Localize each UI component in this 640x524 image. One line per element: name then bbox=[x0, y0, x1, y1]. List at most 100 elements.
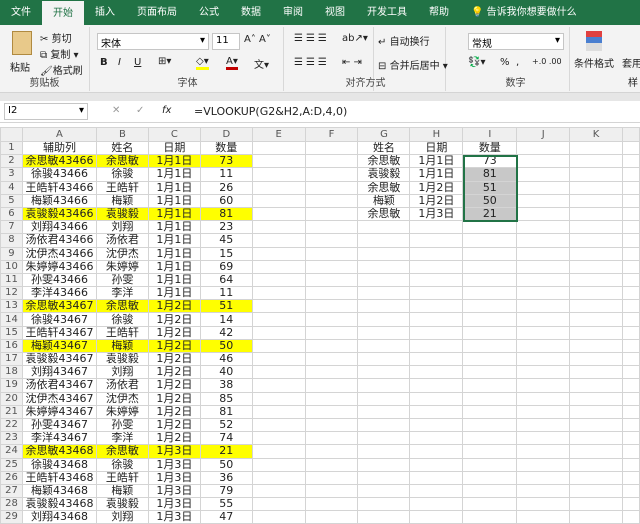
cell-I23[interactable] bbox=[462, 431, 518, 446]
cell-J14[interactable] bbox=[516, 312, 571, 327]
font-name-select[interactable]: 宋体 ▾ bbox=[97, 33, 209, 50]
cell-C4[interactable]: 1月1日 bbox=[147, 180, 201, 195]
cell-I5[interactable]: 50 bbox=[462, 193, 518, 208]
cell-D16[interactable]: 50 bbox=[199, 338, 253, 354]
cell-E6[interactable] bbox=[251, 206, 306, 222]
cell-F13[interactable] bbox=[304, 299, 359, 314]
cell-J12[interactable] bbox=[516, 286, 571, 301]
row-header[interactable]: 10 bbox=[0, 259, 23, 274]
cell-J6[interactable] bbox=[516, 206, 571, 222]
cell-E11[interactable] bbox=[251, 272, 306, 288]
cell-F26[interactable] bbox=[304, 470, 359, 485]
row-header[interactable]: 1 bbox=[0, 140, 23, 156]
cell-C6[interactable]: 1月1日 bbox=[147, 206, 201, 222]
cell-K22[interactable] bbox=[569, 417, 623, 433]
cell-F21[interactable] bbox=[304, 404, 359, 419]
cell-A9[interactable]: 沈伊杰43466 bbox=[21, 246, 97, 261]
cell-A25[interactable]: 徐骏43468 bbox=[21, 457, 97, 472]
cell-E5[interactable] bbox=[251, 193, 306, 208]
cell-J26[interactable] bbox=[516, 470, 571, 485]
cell-F7[interactable] bbox=[304, 220, 359, 235]
cell-K5[interactable] bbox=[569, 193, 623, 208]
percent-button[interactable]: % bbox=[500, 57, 510, 68]
row-header[interactable]: 11 bbox=[0, 272, 23, 288]
cell-B4[interactable]: 王皓轩 bbox=[95, 180, 149, 195]
cell-F3[interactable] bbox=[304, 167, 359, 182]
cell-B13[interactable]: 余思敏 bbox=[95, 299, 149, 314]
cell-F24[interactable] bbox=[304, 444, 359, 459]
cell-C28[interactable]: 1月3日 bbox=[147, 497, 201, 512]
cell-H20[interactable] bbox=[409, 391, 464, 406]
cell-F15[interactable] bbox=[304, 325, 359, 340]
fx-button[interactable]: fx bbox=[162, 105, 171, 116]
cell-E22[interactable] bbox=[251, 417, 306, 433]
cell-A6[interactable]: 袁骏毅43466 bbox=[21, 206, 97, 222]
cell-D19[interactable]: 38 bbox=[199, 378, 253, 393]
cell-A7[interactable]: 刘翔43466 bbox=[21, 220, 97, 235]
cell-E12[interactable] bbox=[251, 286, 306, 301]
cell-K24[interactable] bbox=[569, 444, 623, 459]
cell-B24[interactable]: 余思敏 bbox=[95, 444, 149, 459]
cell-F1[interactable] bbox=[304, 140, 359, 156]
cell-A20[interactable]: 沈伊杰43467 bbox=[21, 391, 97, 406]
cell-B3[interactable]: 徐骏 bbox=[95, 167, 149, 182]
cell-F9[interactable] bbox=[304, 246, 359, 261]
cell-K15[interactable] bbox=[569, 325, 623, 340]
cell-D4[interactable]: 26 bbox=[199, 180, 253, 195]
cell-D22[interactable]: 52 bbox=[199, 417, 253, 433]
cell-I21[interactable] bbox=[462, 404, 518, 419]
cell-G19[interactable] bbox=[357, 378, 411, 393]
cell-G18[interactable] bbox=[357, 365, 411, 380]
cell-F23[interactable] bbox=[304, 431, 359, 446]
cell-H28[interactable] bbox=[409, 497, 464, 512]
row-header[interactable]: 25 bbox=[0, 457, 23, 472]
cell-B6[interactable]: 袁骏毅 bbox=[95, 206, 149, 222]
cell-B8[interactable]: 汤依君 bbox=[95, 233, 149, 248]
cell-E21[interactable] bbox=[251, 404, 306, 419]
cell-G2[interactable]: 余思敏 bbox=[357, 154, 411, 169]
column-header-G[interactable]: G bbox=[357, 127, 411, 142]
row-header[interactable]: 21 bbox=[0, 404, 23, 419]
row-header[interactable]: 14 bbox=[0, 312, 23, 327]
cell-C25[interactable]: 1月3日 bbox=[147, 457, 201, 472]
cell-I22[interactable] bbox=[462, 417, 518, 433]
align-top-icons[interactable]: ☰☰☰ bbox=[294, 33, 330, 44]
cell-F5[interactable] bbox=[304, 193, 359, 208]
cell-G6[interactable]: 余思敏 bbox=[357, 206, 411, 222]
cell-C15[interactable]: 1月2日 bbox=[147, 325, 201, 340]
cell-G1[interactable]: 姓名 bbox=[357, 140, 411, 156]
cell-A3[interactable]: 徐骏43466 bbox=[21, 167, 97, 182]
row-header[interactable]: 2 bbox=[0, 154, 23, 169]
cell-E19[interactable] bbox=[251, 378, 306, 393]
cell-B21[interactable]: 朱婷婷 bbox=[95, 404, 149, 419]
cell-K2[interactable] bbox=[569, 154, 623, 169]
cell-J5[interactable] bbox=[516, 193, 571, 208]
cell-C16[interactable]: 1月2日 bbox=[147, 338, 201, 354]
tab-4[interactable]: 公式 bbox=[188, 0, 230, 25]
cell-G22[interactable] bbox=[357, 417, 411, 433]
tell-me-search[interactable]: 💡 告诉我你想要做什么 bbox=[460, 0, 588, 25]
cell-D27[interactable]: 79 bbox=[199, 483, 253, 499]
column-header-A[interactable]: A bbox=[21, 127, 97, 142]
wrap-text-button[interactable]: ↵ 自动换行 bbox=[378, 33, 430, 48]
cell-I6[interactable]: 21 bbox=[462, 206, 518, 222]
cell-D23[interactable]: 74 bbox=[199, 431, 253, 446]
cell-B28[interactable]: 袁骏毅 bbox=[95, 497, 149, 512]
cell-I17[interactable] bbox=[462, 351, 518, 367]
cell-K7[interactable] bbox=[569, 220, 623, 235]
cell-F27[interactable] bbox=[304, 483, 359, 499]
cell-D17[interactable]: 46 bbox=[199, 351, 253, 367]
cell-D20[interactable]: 85 bbox=[199, 391, 253, 406]
row-header[interactable]: 28 bbox=[0, 497, 23, 512]
cell-B25[interactable]: 徐骏 bbox=[95, 457, 149, 472]
row-header[interactable]: 20 bbox=[0, 391, 23, 406]
cell-E24[interactable] bbox=[251, 444, 306, 459]
orientation-icon[interactable]: ab↗▾ bbox=[342, 33, 368, 44]
cell-I8[interactable] bbox=[462, 233, 518, 248]
column-header-B[interactable]: B bbox=[95, 127, 149, 142]
cell-K13[interactable] bbox=[569, 299, 623, 314]
cell-H12[interactable] bbox=[409, 286, 464, 301]
cell-B10[interactable]: 朱婷婷 bbox=[95, 259, 149, 274]
row-header[interactable]: 26 bbox=[0, 470, 23, 485]
cell-C19[interactable]: 1月2日 bbox=[147, 378, 201, 393]
